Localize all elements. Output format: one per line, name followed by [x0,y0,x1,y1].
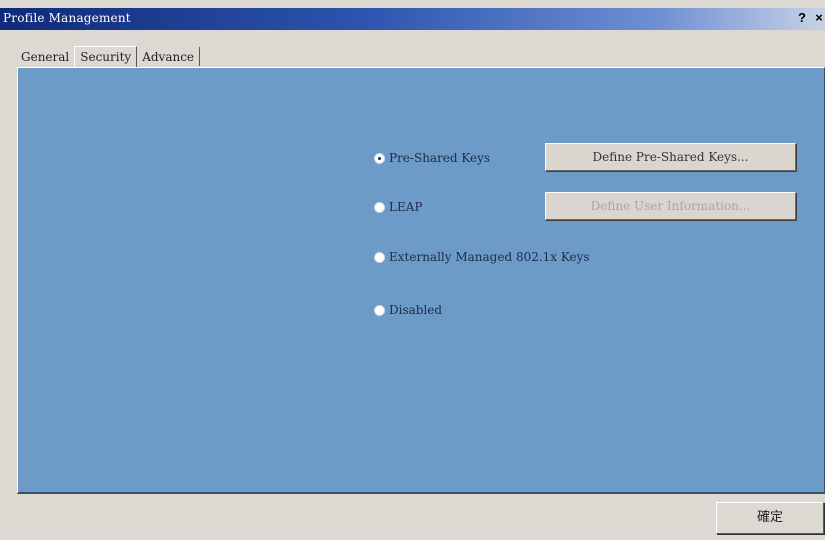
ok-button[interactable]: 確定 [716,502,824,534]
pre-shared-keys-radio[interactable] [374,152,385,164]
option-externally-managed-keys[interactable]: Externally Managed 802.1x Keys [374,250,590,264]
security-panel: Pre-Shared Keys Define Pre-Shared Keys..… [17,67,825,494]
define-pre-shared-keys-button[interactable]: Define Pre-Shared Keys... [545,143,796,171]
tab-security[interactable]: Security [74,46,138,67]
close-button[interactable]: × [813,10,825,26]
externally-managed-radio[interactable] [374,251,385,263]
option-disabled[interactable]: Disabled [374,303,442,317]
tab-strip: General Security Advance [16,44,201,67]
profile-management-dialog: Profile Management ? × General Security … [0,0,825,540]
leap-radio[interactable] [374,201,385,213]
pre-shared-keys-label: Pre-Shared Keys [389,151,491,165]
leap-label: LEAP [389,200,423,214]
tab-general[interactable]: General [16,47,74,66]
define-user-information-button: Define User Information... [545,192,796,220]
externally-managed-label: Externally Managed 802.1x Keys [389,250,590,264]
tab-advance[interactable]: Advance [137,47,201,66]
window-title: Profile Management [3,11,131,25]
disabled-radio[interactable] [374,304,385,316]
disabled-label: Disabled [389,303,443,317]
title-bar[interactable]: Profile Management ? × [0,8,825,30]
option-pre-shared-keys[interactable]: Pre-Shared Keys [374,151,490,165]
option-leap[interactable]: LEAP [374,200,422,214]
help-button[interactable]: ? [794,10,810,26]
